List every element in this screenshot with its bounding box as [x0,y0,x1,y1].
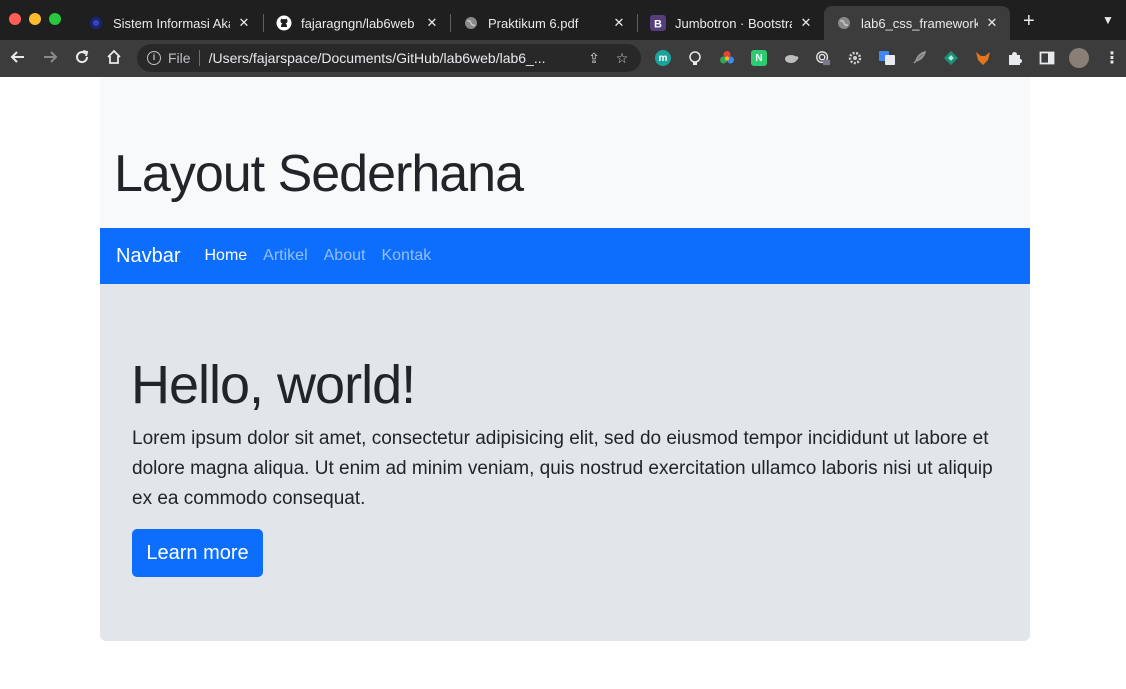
arrow-left-icon [10,51,24,63]
github-icon [276,15,292,31]
jumbotron: Hello, world! Lorem ipsum dolor sit amet… [100,284,1030,641]
learn-more-button[interactable]: Learn more [132,529,263,577]
close-icon[interactable]: ✕ [611,15,627,31]
tab-github[interactable]: fajaragngn/lab6web ✕ [264,6,450,40]
navbar: Navbar Home Artikel About Kontak [100,228,1030,284]
tab-sistem-informasi[interactable]: Sistem Informasi Akad ✕ [76,6,262,40]
jumbotron-heading: Hello, world! [131,355,416,415]
tab-lab6-css-framework[interactable]: lab6_css_framework ✕ [824,6,1010,40]
tab-title: fajaragngn/lab6web [301,15,415,31]
globe-icon [463,15,479,31]
divider [198,50,200,66]
tab-title: Praktikum 6.pdf [488,15,579,31]
fox-icon[interactable] [975,50,991,66]
back-button[interactable] [8,48,28,68]
page-title: Layout Sederhana [114,145,524,203]
browser-toolbar: i File /Users/fajarspace/Documents/GitHu… [0,40,1126,77]
avatar[interactable] [1069,48,1089,68]
turtle-icon[interactable] [783,50,799,66]
translate-icon[interactable] [879,50,895,66]
extension-m-icon[interactable]: m [655,50,671,66]
extension-n-icon[interactable]: N [751,50,767,66]
puzzle-icon[interactable] [1007,50,1023,66]
close-icon[interactable]: ✕ [984,15,1000,31]
tab-strip: Sistem Informasi Akad ✕ fajaragngn/lab6w… [0,0,1126,40]
jumbotron-lead: Lorem ipsum dolor sit amet, consectetur … [132,428,993,509]
home-button[interactable] [104,48,124,68]
nav-link-about[interactable]: About [324,247,366,265]
arrow-right-icon [44,51,58,63]
window-maximize-button[interactable] [49,13,61,25]
rocket-icon[interactable] [911,50,927,66]
navbar-brand[interactable]: Navbar [116,245,180,268]
url-text[interactable]: /Users/fajarspace/Documents/GitHub/lab6w… [209,50,575,66]
tab-title: Jumbotron · Bootstrap [675,15,792,31]
color-wheel-icon[interactable] [719,50,735,66]
sidebar-icon[interactable] [1039,50,1055,66]
tab-jumbotron[interactable]: B Jumbotron · Bootstrap ✕ [638,6,824,40]
home-icon [107,49,121,64]
info-icon[interactable]: i [147,51,161,65]
star-icon[interactable]: ☆ [613,50,631,67]
tab-title: lab6_css_framework [861,15,978,31]
new-tab-button[interactable]: + [1023,11,1035,31]
page-viewport: Layout Sederhana Navbar Home Artikel Abo… [0,77,1126,689]
svg-text:B: B [654,19,662,31]
nav-link-artikel[interactable]: Artikel [263,247,307,265]
reload-icon [76,50,89,64]
reload-button[interactable] [72,48,92,68]
address-bar[interactable]: i File /Users/fajarspace/Documents/GitHu… [137,44,641,72]
close-icon[interactable]: ✕ [798,15,814,31]
window-minimize-button[interactable] [29,13,41,25]
nav-link-home[interactable]: Home [204,247,247,265]
page-header: Layout Sederhana [100,77,1030,228]
gear-icon[interactable] [847,50,863,66]
forward-button[interactable] [40,48,60,68]
bootstrap-icon: B [650,15,666,31]
window-close-button[interactable] [9,13,21,25]
fingerprint-icon[interactable] [815,50,831,66]
lightbulb-icon[interactable] [687,50,703,66]
globe-icon [836,15,852,31]
tab-title: Sistem Informasi Akad [113,15,230,31]
nav-link-kontak[interactable]: Kontak [381,247,431,265]
close-icon[interactable]: ✕ [236,15,252,31]
diamond-icon[interactable] [943,50,959,66]
menu-icon[interactable]: ⋮ [1104,50,1120,67]
share-icon[interactable]: ⇪ [585,50,603,67]
chevron-down-icon[interactable]: ▼ [1102,13,1114,27]
campus-icon [88,15,104,31]
url-scheme: File [168,50,191,66]
tab-praktikum-pdf[interactable]: Praktikum 6.pdf ✕ [451,6,637,40]
close-icon[interactable]: ✕ [424,15,440,31]
